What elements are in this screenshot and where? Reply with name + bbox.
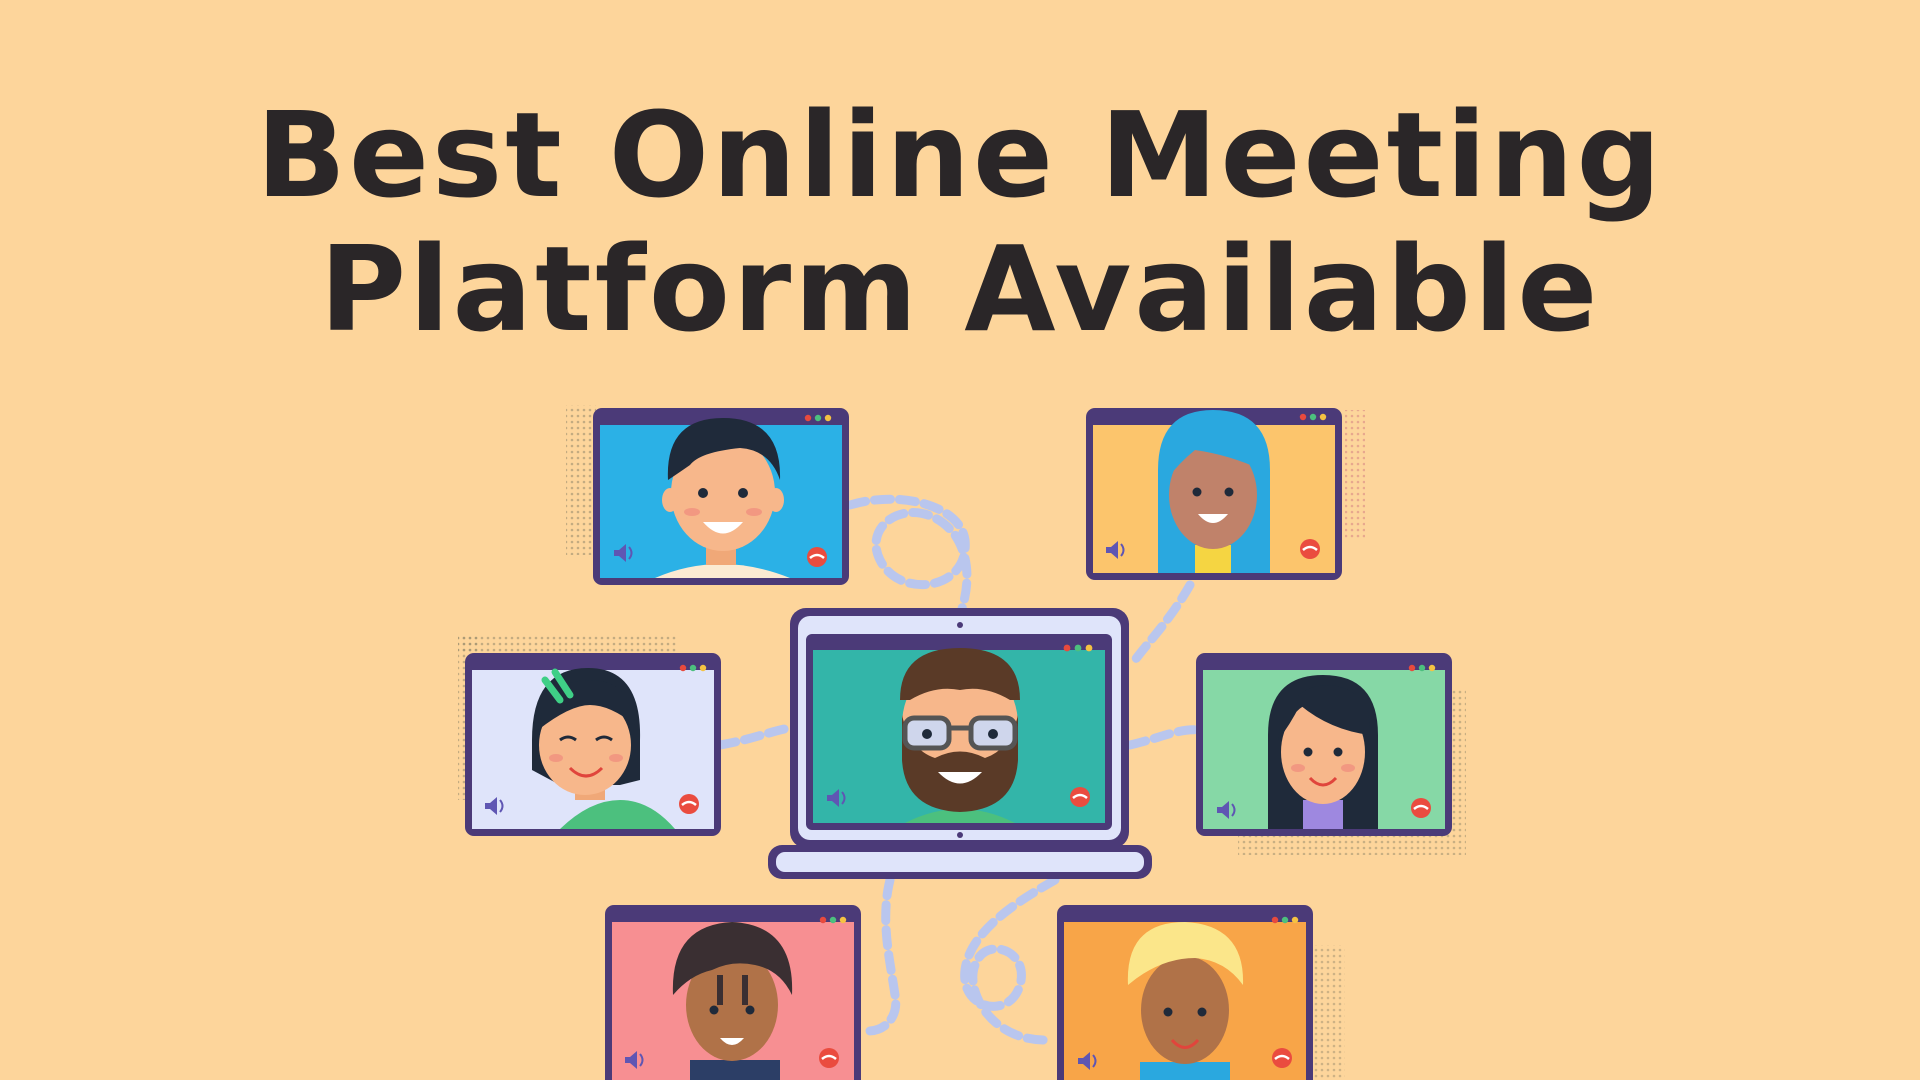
hang-up-icon[interactable] — [819, 1048, 839, 1068]
avatar-mid-right — [1268, 675, 1378, 829]
video-call-illustration — [458, 405, 1466, 1080]
participant-window-center-laptop — [768, 608, 1152, 879]
hang-up-icon[interactable] — [1272, 1048, 1292, 1068]
participant-window-mid-right — [1196, 653, 1452, 836]
hang-up-icon[interactable] — [807, 547, 827, 567]
hang-up-icon[interactable] — [1411, 798, 1431, 818]
participant-window-bottom-right — [1057, 905, 1313, 1080]
participant-window-mid-left — [465, 653, 721, 836]
participant-window-top-right — [1086, 408, 1342, 580]
hang-up-icon[interactable] — [1070, 787, 1090, 807]
hang-up-icon[interactable] — [1300, 539, 1320, 559]
participant-window-top-left — [593, 408, 849, 585]
avatar-top-right — [1158, 410, 1270, 573]
hang-up-icon[interactable] — [679, 794, 699, 814]
avatar-center — [900, 648, 1020, 823]
participant-window-bottom-left — [605, 905, 861, 1080]
